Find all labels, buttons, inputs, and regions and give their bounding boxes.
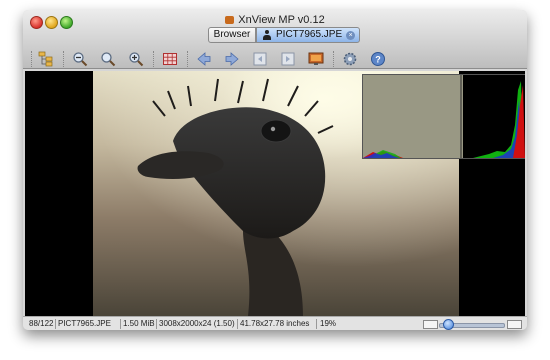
histogram-chart [363,75,525,158]
status-bar: 88/122 PICT7965.JPE 1.50 MiB 3008x2000x2… [23,316,527,330]
grid-icon [163,53,177,65]
status-filesize: 1.50 MiB [123,319,155,328]
status-separator [156,319,157,329]
tree-view-button[interactable] [37,50,55,68]
next-icon [225,52,239,66]
fullscreen-button[interactable] [307,50,325,68]
status-image-index: 88/122 [29,319,54,328]
window-title: XnView MP v0.12 [23,14,527,26]
status-separator [55,319,56,329]
tab-image[interactable]: PICT7965.JPE × [256,27,361,43]
toolbar-separator [187,51,188,67]
tab-browser-label: Browser [213,29,251,40]
zoom-slider-thumb[interactable] [443,319,454,330]
toolbar-separator [63,51,64,67]
settings-button[interactable] [341,50,359,68]
settings-icon [343,52,357,66]
grid-view-button[interactable] [161,50,179,68]
zoom-in-button[interactable] [127,50,145,68]
status-filename: PICT7965.JPE [58,319,111,328]
zoom-in-icon [129,52,144,67]
first-image-button[interactable] [251,50,269,68]
status-separator [316,319,317,329]
status-separator [237,319,238,329]
app-window: XnView MP v0.12 Browser PICT7965.JPE × ?… [23,10,527,330]
tab-image-label: PICT7965.JPE [276,29,343,40]
title-bar: XnView MP v0.12 Browser PICT7965.JPE × ? [23,10,527,69]
zoom-in-small-button[interactable] [507,320,522,329]
toolbar-separator [153,51,154,67]
svg-text:?: ? [375,55,381,65]
help-icon: ? [371,52,385,66]
status-zoom: 19% [320,319,337,328]
zoom-fit-button[interactable] [99,50,117,68]
next-image-button[interactable] [223,50,241,68]
last-image-button[interactable] [279,50,297,68]
status-separator [120,319,121,329]
help-button[interactable]: ? [369,50,387,68]
person-icon [263,30,271,40]
tab-close-icon[interactable]: × [346,30,356,40]
last-icon [281,52,295,66]
window-title-text: XnView MP v0.12 [238,14,325,26]
app-icon [225,16,235,24]
tab-bar: Browser PICT7965.JPE × [208,27,361,43]
tab-browser[interactable]: Browser [208,27,256,43]
toolbar-separator [333,51,334,67]
fullscreen-icon [308,52,324,65]
zoom-out-icon [73,52,88,67]
status-print-size: 41.78x27.78 inches [240,319,310,328]
tree-icon [38,51,53,67]
zoom-out-button[interactable] [71,50,89,68]
toolbar-separator [31,51,32,67]
previous-icon [197,52,211,66]
zoom-fit-icon [101,52,116,67]
first-icon [253,52,267,66]
previous-image-button[interactable] [195,50,213,68]
toolbar: ? [23,50,527,70]
histogram-panel [362,74,525,159]
status-dimensions: 3008x2000x24 (1.50) [159,319,235,328]
image-viewer[interactable] [25,71,525,316]
zoom-out-small-button[interactable] [423,320,438,329]
